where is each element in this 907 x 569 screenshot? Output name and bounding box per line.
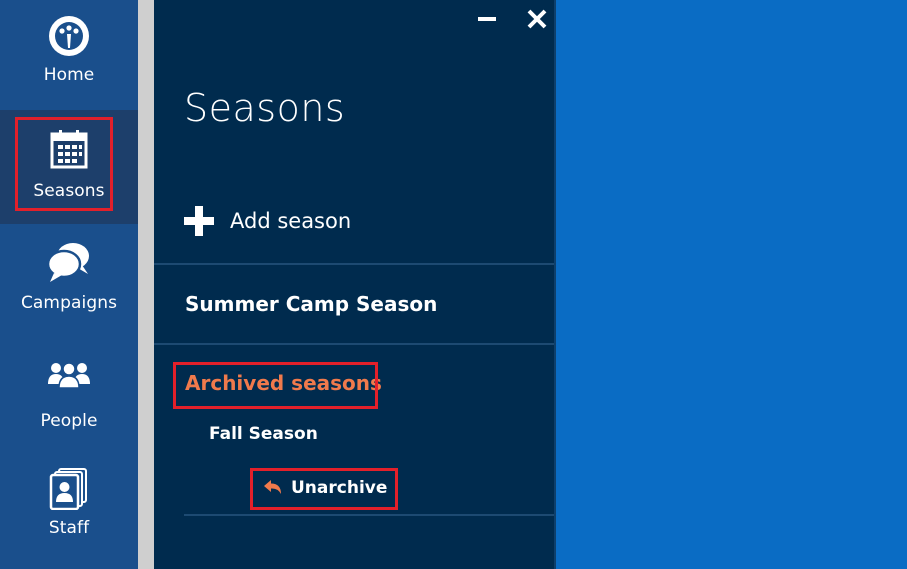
people-group-icon <box>48 362 90 389</box>
chat-bubbles-icon <box>46 243 89 282</box>
panel-splitter[interactable] <box>138 0 154 569</box>
divider <box>154 343 554 345</box>
nav-label-home: Home <box>43 65 95 85</box>
nav-label-campaigns: Campaigns <box>20 293 118 313</box>
staff-cards-icon <box>49 468 87 510</box>
add-season-label: Add season <box>230 209 352 233</box>
seasons-nav-highlight <box>15 117 113 211</box>
nav-item-staff[interactable]: Staff <box>0 452 138 569</box>
nav-item-people[interactable]: People <box>0 338 138 452</box>
season-item-summer-camp[interactable]: Summer Camp Season <box>185 292 437 316</box>
archived-seasons-highlight <box>173 362 378 409</box>
unarchive-highlight <box>250 468 398 510</box>
divider <box>184 514 554 516</box>
nav-item-campaigns[interactable]: Campaigns <box>0 224 138 338</box>
nav-label-people: People <box>40 411 98 431</box>
plus-icon <box>184 206 214 236</box>
desktop-background <box>556 0 907 569</box>
main-nav: Home Seasons Campaigns People Staff <box>0 0 138 569</box>
seasons-panel: Seasons Add season Summer Camp Season Ar… <box>154 0 556 569</box>
minimize-icon[interactable] <box>476 8 498 30</box>
nav-item-home[interactable]: Home <box>0 0 138 110</box>
nav-label-staff: Staff <box>48 518 90 538</box>
add-season-button[interactable]: Add season <box>184 206 351 236</box>
page-title: Seasons <box>184 86 346 130</box>
archived-season-fall: Fall Season <box>209 424 318 444</box>
close-icon[interactable] <box>526 8 548 30</box>
divider <box>154 263 554 265</box>
home-dial-icon <box>49 16 89 56</box>
